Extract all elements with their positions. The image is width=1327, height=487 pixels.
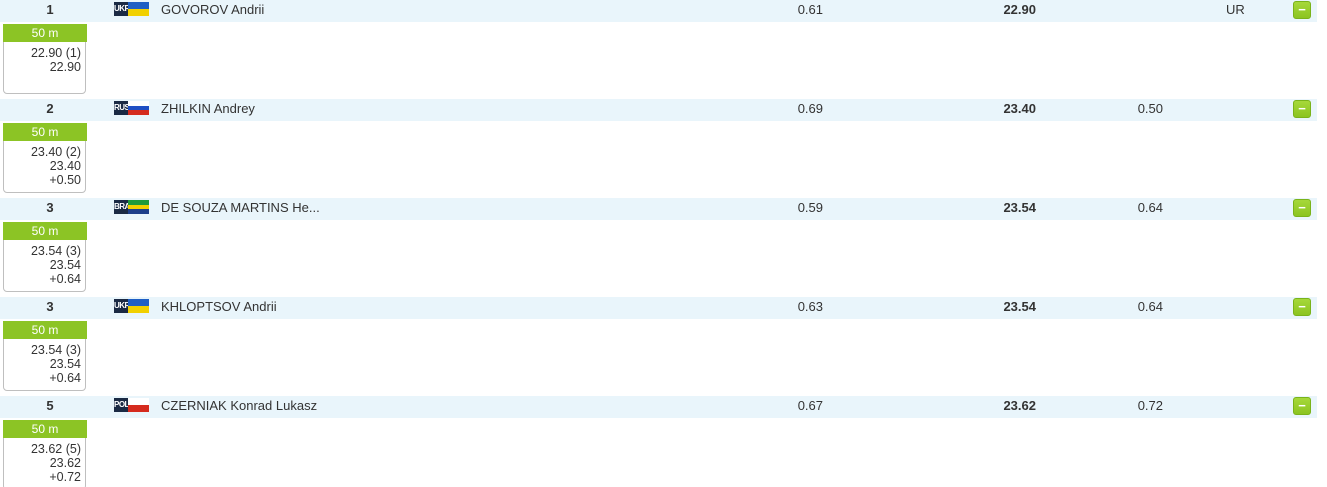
country-code: UKR <box>114 2 128 16</box>
record-badge: UR <box>1226 2 1245 17</box>
athlete-name[interactable]: GOVOROV Andrii <box>161 0 381 20</box>
athlete-row[interactable]: 3 BRA DE SOUZA MARTINS He... 0.59 23.54 … <box>0 198 1317 220</box>
rank: 3 <box>46 299 54 314</box>
time-behind: 0.50 <box>1137 101 1163 116</box>
flag-stripes <box>128 101 149 115</box>
split-distance: 50 m <box>3 222 87 240</box>
split-times-panel: 50 m 23.54 (3) 23.54 +0.64 <box>3 321 87 391</box>
athlete-row[interactable]: 1 UKR GOVOROV Andrii 0.61 22.90 UR − <box>0 0 1317 22</box>
split-time-line: +0.72 <box>49 470 81 484</box>
result-entry: 2 RUS ZHILKIN Andrey 0.69 23.40 0.50 − 5… <box>0 99 1327 198</box>
results-list: 1 UKR GOVOROV Andrii 0.61 22.90 UR − 50 … <box>0 0 1327 487</box>
country-code: RUS <box>114 101 128 115</box>
reaction-time: 0.67 <box>797 398 823 413</box>
athlete-row[interactable]: 5 POL CZERNIAK Konrad Lukasz 0.67 23.62 … <box>0 396 1317 418</box>
collapse-toggle-button[interactable]: − <box>1293 100 1311 118</box>
athlete-name[interactable]: ZHILKIN Andrey <box>161 99 381 119</box>
split-time-line: +0.64 <box>49 371 81 385</box>
final-time: 23.54 <box>1003 200 1036 215</box>
rank: 5 <box>46 398 54 413</box>
reaction-time: 0.61 <box>797 2 823 17</box>
collapse-toggle-button[interactable]: − <box>1293 298 1311 316</box>
country-flag-icon: POL <box>114 398 149 412</box>
country-flag-icon: BRA <box>114 200 149 214</box>
final-time: 23.62 <box>1003 398 1036 413</box>
split-time-line: 22.90 (1) <box>30 46 81 60</box>
split-times-panel: 50 m 23.54 (3) 23.54 +0.64 <box>3 222 87 292</box>
flag-stripes <box>128 398 149 412</box>
country-code: BRA <box>114 200 128 214</box>
split-time-line: +0.50 <box>49 173 81 187</box>
flag-stripe <box>128 306 149 313</box>
split-time-line: 23.54 <box>49 258 81 272</box>
split-time-line: 23.62 <box>49 456 81 470</box>
collapse-toggle-button[interactable]: − <box>1293 199 1311 217</box>
flag-stripe <box>128 110 149 115</box>
flag-stripe <box>128 299 149 306</box>
split-distance: 50 m <box>3 123 87 141</box>
flag-stripe <box>128 398 149 405</box>
split-times-panel: 50 m 23.62 (5) 23.62 +0.72 <box>3 420 87 487</box>
split-time-line: 22.90 <box>49 60 81 74</box>
result-entry: 5 POL CZERNIAK Konrad Lukasz 0.67 23.62 … <box>0 396 1327 487</box>
result-entry: 3 BRA DE SOUZA MARTINS He... 0.59 23.54 … <box>0 198 1327 297</box>
athlete-name[interactable]: DE SOUZA MARTINS He... <box>161 198 381 218</box>
split-time-line: 23.54 (3) <box>30 244 81 258</box>
athlete-name[interactable]: KHLOPTSOV Andrii <box>161 297 381 317</box>
final-time: 23.54 <box>1003 299 1036 314</box>
rank: 3 <box>46 200 54 215</box>
result-entry: 3 UKR KHLOPTSOV Andrii 0.63 23.54 0.64 −… <box>0 297 1327 396</box>
athlete-row[interactable]: 2 RUS ZHILKIN Andrey 0.69 23.40 0.50 − <box>0 99 1317 121</box>
split-time-line: +0.64 <box>49 272 81 286</box>
flag-stripe <box>128 405 149 412</box>
split-time-line: 23.62 (5) <box>30 442 81 456</box>
split-distance: 50 m <box>3 420 87 438</box>
time-behind: 0.72 <box>1137 398 1163 413</box>
time-behind: 0.64 <box>1137 200 1163 215</box>
rank: 2 <box>46 101 54 116</box>
split-time-line: 23.54 (3) <box>30 343 81 357</box>
split-time-line: 23.40 (2) <box>30 145 81 159</box>
collapse-toggle-button[interactable]: − <box>1293 1 1311 19</box>
reaction-time: 0.59 <box>797 200 823 215</box>
split-times-panel: 50 m 23.40 (2) 23.40 +0.50 <box>3 123 87 193</box>
athlete-row[interactable]: 3 UKR KHLOPTSOV Andrii 0.63 23.54 0.64 − <box>0 297 1317 319</box>
country-code: POL <box>114 398 128 412</box>
flag-stripe <box>128 209 149 214</box>
time-behind: 0.64 <box>1137 299 1163 314</box>
collapse-toggle-button[interactable]: − <box>1293 397 1311 415</box>
country-code: UKR <box>114 299 128 313</box>
flag-stripes <box>128 200 149 214</box>
country-flag-icon: UKR <box>114 2 149 16</box>
split-times-panel: 50 m 22.90 (1) 22.90 <box>3 24 87 94</box>
flag-stripes <box>128 299 149 313</box>
split-distance: 50 m <box>3 24 87 42</box>
flag-stripe <box>128 2 149 9</box>
split-distance: 50 m <box>3 321 87 339</box>
country-flag-icon: UKR <box>114 299 149 313</box>
flag-stripes <box>128 2 149 16</box>
result-entry: 1 UKR GOVOROV Andrii 0.61 22.90 UR − 50 … <box>0 0 1327 99</box>
final-time: 23.40 <box>1003 101 1036 116</box>
split-time-line: 23.40 <box>49 159 81 173</box>
final-time: 22.90 <box>1003 2 1036 17</box>
athlete-name[interactable]: CZERNIAK Konrad Lukasz <box>161 396 381 416</box>
reaction-time: 0.63 <box>797 299 823 314</box>
rank: 1 <box>46 2 54 17</box>
country-flag-icon: RUS <box>114 101 149 115</box>
reaction-time: 0.69 <box>797 101 823 116</box>
split-time-line: 23.54 <box>49 357 81 371</box>
flag-stripe <box>128 9 149 16</box>
